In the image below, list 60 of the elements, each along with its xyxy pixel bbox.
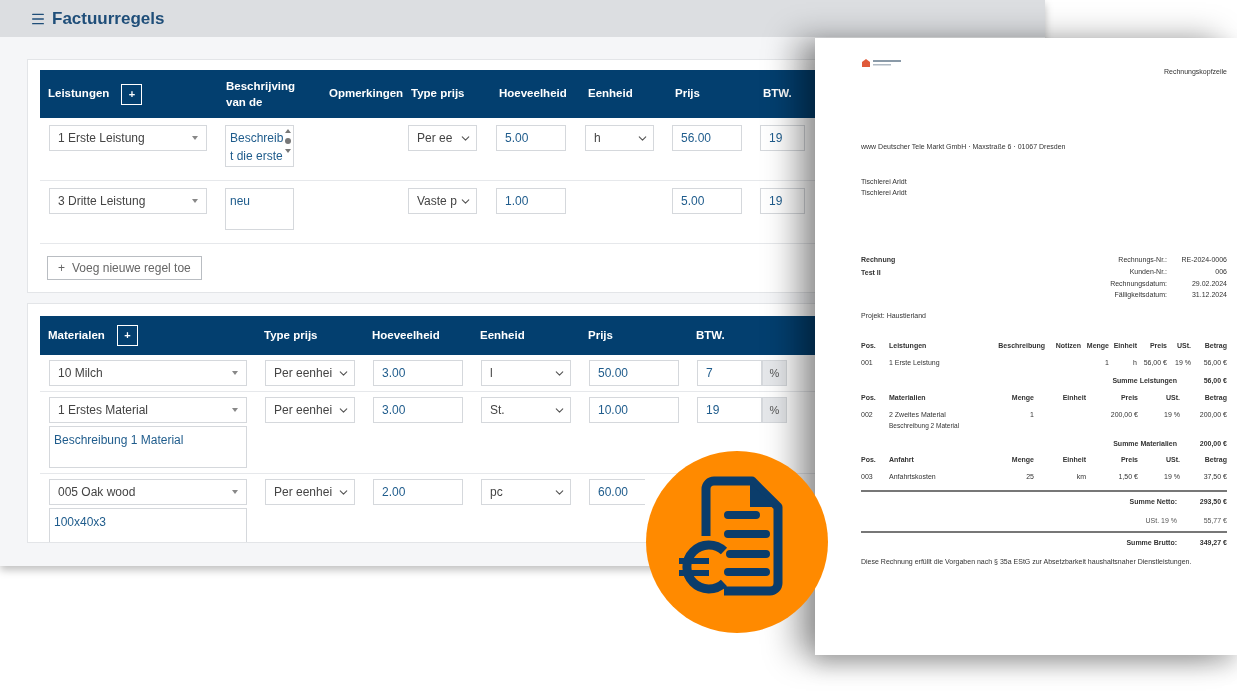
quantity-field[interactable]: 3.00 — [373, 360, 463, 386]
column-heading: BTW. — [763, 87, 792, 100]
item-select[interactable]: 3 Dritte Leistung — [49, 188, 207, 214]
caret-icon — [232, 490, 238, 494]
vat-field[interactable]: 7 — [697, 360, 762, 386]
column-heading: Hoeveelheid — [372, 328, 440, 341]
percent-addon: % — [762, 397, 787, 423]
price-type-select[interactable]: Per eenhei — [265, 360, 355, 386]
quantity-field[interactable]: 3.00 — [373, 397, 463, 423]
vat-field[interactable]: 19 — [760, 125, 805, 151]
note-field[interactable]: Beschreibung 1 Material — [49, 426, 247, 468]
add-button[interactable]: + — [121, 83, 143, 105]
description-field[interactable]: neu — [225, 188, 294, 230]
price-field[interactable]: 50.00 — [589, 360, 679, 386]
invoice-euro-icon — [646, 451, 828, 633]
column-heading: Prijs — [675, 87, 700, 100]
price-field[interactable]: 60.00 — [589, 479, 645, 505]
unit-select[interactable]: h — [585, 125, 654, 151]
item-select[interactable]: 1 Erstes Material — [49, 397, 247, 423]
quantity-field[interactable]: 1.00 — [496, 188, 566, 214]
item-select[interactable]: 005 Oak wood — [49, 479, 247, 505]
column-heading: Eenheid — [588, 87, 633, 100]
logo-icon — [861, 58, 903, 68]
item-select[interactable]: 10 Milch — [49, 360, 247, 386]
unit-select[interactable]: pc — [481, 479, 571, 505]
unit-select[interactable]: l — [481, 360, 571, 386]
column-heading: Eenheid — [480, 328, 525, 341]
price-type-select[interactable]: Per ee — [408, 125, 477, 151]
price-field[interactable]: 10.00 — [589, 397, 679, 423]
column-heading: BTW. — [696, 328, 725, 341]
unit-select[interactable]: St. — [481, 397, 571, 423]
price-field[interactable]: 56.00 — [672, 125, 742, 151]
description-field[interactable]: Beschreibt die erste — [225, 125, 294, 167]
add-button[interactable]: + — [116, 325, 138, 346]
page-title: Factuurregels — [52, 7, 165, 30]
column-heading: Beschrijving van de — [226, 79, 296, 110]
column-heading: Opmerkingen — [329, 87, 404, 100]
price-field[interactable]: 5.00 — [672, 188, 742, 214]
scrollbar-icon[interactable] — [284, 128, 292, 154]
item-select[interactable]: 1 Erste Leistung — [49, 125, 207, 151]
add-line-button[interactable]: + Voeg nieuwe regel toe — [47, 256, 202, 280]
quantity-field[interactable]: 5.00 — [496, 125, 566, 151]
caret-icon — [232, 371, 238, 375]
vat-field[interactable]: 19 — [697, 397, 762, 423]
column-heading: Type prijs — [411, 87, 465, 100]
quantity-field[interactable]: 2.00 — [373, 479, 463, 505]
price-type-select[interactable]: Vaste p — [408, 188, 477, 214]
percent-addon: % — [762, 360, 787, 386]
column-heading: Type prijs — [264, 328, 318, 341]
price-type-select[interactable]: Per eenhei — [265, 397, 355, 423]
caret-icon — [192, 136, 198, 140]
note-field[interactable]: 100x40x3 — [49, 508, 247, 542]
caret-icon — [232, 408, 238, 412]
caret-icon — [192, 199, 198, 203]
column-heading: Prijs — [588, 328, 613, 341]
column-heading: Leistungen — [48, 86, 110, 102]
column-heading: Hoeveelheid — [499, 87, 567, 100]
price-type-select[interactable]: Per eenhei — [265, 479, 355, 505]
vat-field[interactable]: 19 — [760, 188, 805, 214]
column-heading: Materialen — [48, 327, 105, 343]
